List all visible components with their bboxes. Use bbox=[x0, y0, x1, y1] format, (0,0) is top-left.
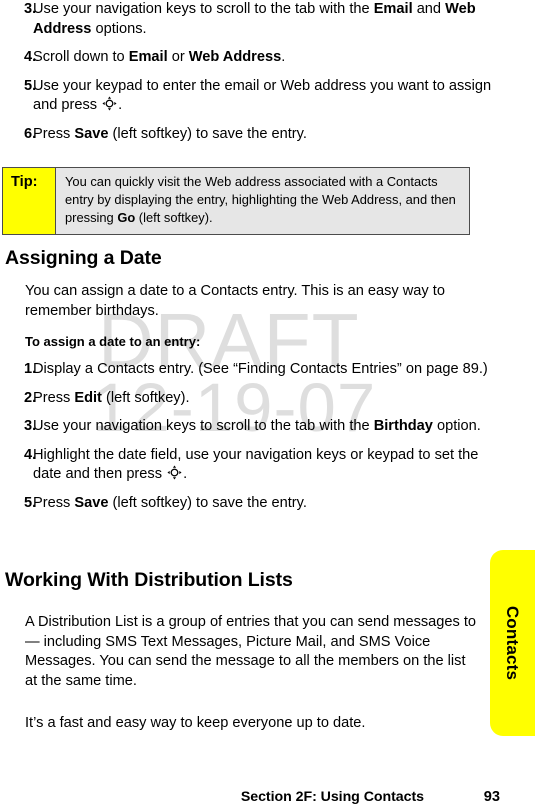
assign-email-step-text: Use your keypad to enter the email or We… bbox=[33, 77, 492, 114]
assign-date-step: 5. Press Save (left softkey) to save the … bbox=[0, 494, 500, 514]
emphasis-text: Email bbox=[128, 49, 168, 65]
assign-email-step-text: Press Save (left softkey) to save the en… bbox=[33, 125, 307, 142]
assign-date-step: 3. Use your navigation keys to scroll to … bbox=[0, 417, 500, 437]
procedure-list-assign-date: 1. Display a Contacts entry. (See “Findin… bbox=[0, 360, 500, 522]
heading-working-with-distribution-lists: Working With Distribution Lists bbox=[5, 569, 293, 591]
footer-page-number: 93 bbox=[483, 789, 500, 805]
navigation-key-icon bbox=[102, 96, 117, 111]
assign-date-step: 1. Display a Contacts entry. (See “Findin… bbox=[0, 360, 500, 380]
chapter-tab-label: Contacts bbox=[503, 605, 522, 681]
assign-date-step-text: Display a Contacts entry. (See “Finding … bbox=[33, 361, 488, 377]
tip-callout: Tip: You can quickly visit the Web addre… bbox=[2, 167, 470, 235]
assign-date-step-number: 3. bbox=[24, 418, 37, 434]
assign-date-step-number: 4. bbox=[24, 446, 37, 463]
assign-email-step-number: 6. bbox=[24, 125, 37, 142]
emphasis-text: Save bbox=[74, 494, 109, 511]
assign-date-step: 2. Press Edit (left softkey). bbox=[0, 389, 500, 409]
assign-date-step-text: Use your navigation keys to scroll to th… bbox=[33, 418, 481, 434]
procedure-list-assign-email: 3. Use your navigation keys to scroll to … bbox=[0, 0, 500, 153]
page-content: 3. Use your navigation keys to scroll to … bbox=[0, 0, 535, 810]
assign-date-step-number: 5. bbox=[24, 494, 37, 511]
assign-email-step: 5. Use your keypad to enter the email or … bbox=[0, 77, 500, 116]
assign-date-step-text: Press Edit (left softkey). bbox=[33, 389, 190, 406]
page-footer: Section 2F: Using Contacts 93 bbox=[0, 789, 500, 805]
assign-date-step-text: Highlight the date field, use your navig… bbox=[33, 446, 479, 483]
tip-body-text: You can quickly visit the Web address as… bbox=[65, 174, 456, 225]
emphasis-text: Birthday bbox=[373, 418, 433, 434]
assign-date-step: 4. Highlight the date field, use your nav… bbox=[0, 446, 500, 485]
navigation-key-icon bbox=[167, 465, 182, 480]
footer-section-title: Section 2F: Using Contacts bbox=[240, 789, 424, 805]
paragraph-distribution-list-description: A Distribution List is a group of entrie… bbox=[25, 614, 477, 689]
assign-email-step-number: 3. bbox=[24, 1, 37, 17]
assign-email-step: 3. Use your navigation keys to scroll to … bbox=[0, 0, 500, 39]
assign-date-step-number: 2. bbox=[24, 389, 37, 406]
assign-email-step-text: Use your navigation keys to scroll to th… bbox=[33, 1, 476, 37]
assign-date-step-text: Press Save (left softkey) to save the en… bbox=[33, 494, 307, 511]
assign-email-step-number: 4. bbox=[24, 49, 37, 65]
assign-date-step-number: 1. bbox=[24, 361, 37, 377]
chapter-tab-contacts: Contacts bbox=[490, 550, 535, 736]
heading-assigning-a-date: Assigning a Date bbox=[5, 247, 162, 269]
tip-label: Tip: bbox=[11, 174, 38, 190]
assign-email-step-text: Scroll down to Email or Web Address. bbox=[33, 49, 286, 65]
paragraph-assigning-a-date-intro: You can assign a date to a Contacts entr… bbox=[25, 283, 445, 319]
assign-email-step: 6. Press Save (left softkey) to save the … bbox=[0, 125, 500, 145]
subheading-to-assign-a-date: To assign a date to an entry: bbox=[25, 334, 201, 349]
emphasis-text: Edit bbox=[74, 389, 102, 406]
paragraph-distribution-list-summary: It’s a fast and easy way to keep everyon… bbox=[25, 715, 366, 731]
emphasis-text: Web Address bbox=[188, 49, 282, 65]
assign-email-step-number: 5. bbox=[24, 77, 37, 94]
emphasis-text: Email bbox=[373, 1, 413, 17]
emphasis-text: Save bbox=[74, 125, 109, 142]
tip-label-cell: Tip: bbox=[3, 168, 56, 234]
emphasis-text: Go bbox=[117, 210, 136, 225]
assign-email-step: 4. Scroll down to Email or Web Address. bbox=[0, 48, 500, 68]
